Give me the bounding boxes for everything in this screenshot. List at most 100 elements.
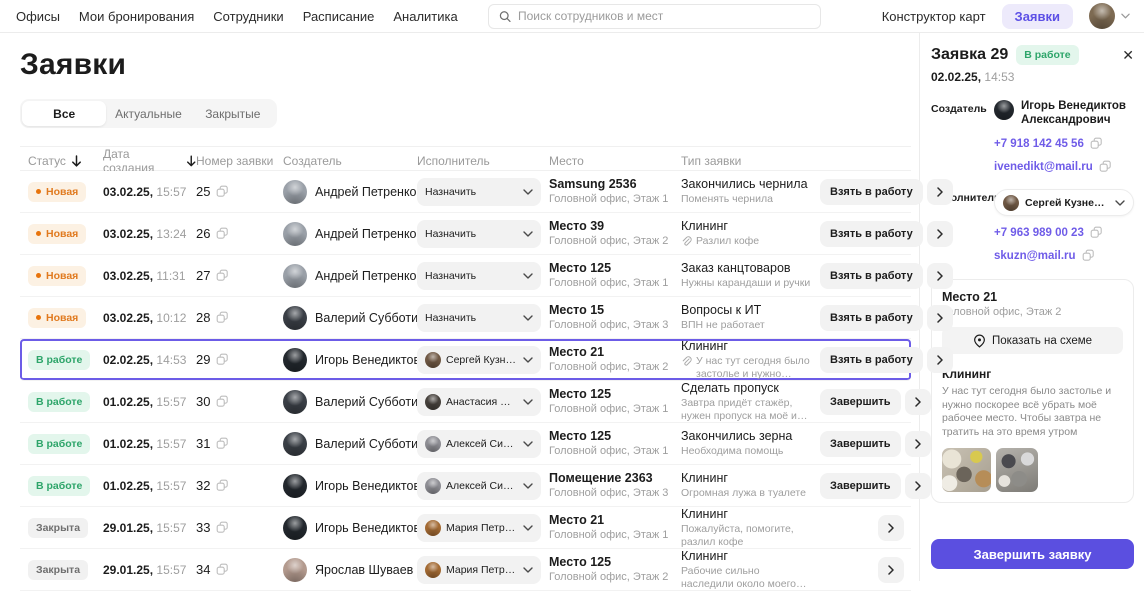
creator-cell: Андрей Петренко П. xyxy=(283,180,417,204)
open-request-button[interactable] xyxy=(905,473,931,499)
table-row[interactable]: Новая 03.02.25, 11:31 27 Андрей Петренко… xyxy=(20,255,911,297)
action-button[interactable]: Завершить xyxy=(820,473,901,499)
copy-icon[interactable] xyxy=(216,479,229,492)
creator-email[interactable]: ivenedikt@mail.ru xyxy=(994,160,1134,173)
table-row[interactable]: Новая 03.02.25, 15:57 25 Андрей Петренко… xyxy=(20,171,911,213)
assignee-phone[interactable]: +7 963 989 00 23 xyxy=(994,226,1134,239)
nav-item-0[interactable]: Офисы xyxy=(16,9,60,24)
created-date: 01.02.25, 15:57 xyxy=(103,479,196,493)
copy-icon[interactable] xyxy=(216,227,229,240)
chevron-right-icon xyxy=(888,565,894,575)
table-row[interactable]: Новая 03.02.25, 13:24 26 Андрей Петренко… xyxy=(20,213,911,255)
status-badge: Закрыта xyxy=(28,518,88,538)
creator-phone[interactable]: +7 918 142 45 56 xyxy=(994,137,1134,150)
assign-button[interactable]: Назначить xyxy=(417,262,541,290)
type-cell: Клининг Разлил кофе xyxy=(681,219,820,248)
table-row[interactable]: В работе 01.02.25, 15:57 30 Валерий Субб… xyxy=(20,381,911,423)
chevron-right-icon xyxy=(937,229,943,239)
action-button[interactable]: Взять в работу xyxy=(820,347,923,373)
request-type: Клининг xyxy=(942,367,1123,381)
copy-icon[interactable] xyxy=(216,185,229,198)
table-row[interactable]: В работе 01.02.25, 15:57 31 Валерий Субб… xyxy=(20,423,911,465)
copy-icon[interactable] xyxy=(216,311,229,324)
action-button[interactable]: Взять в работу xyxy=(820,263,923,289)
copy-icon[interactable] xyxy=(216,353,229,366)
table-row[interactable]: Закрыта 29.01.25, 15:57 34 Ярослав Шувае… xyxy=(20,549,911,591)
place-cell: Место 15Головной офис, Этаж 3 xyxy=(549,303,681,332)
copy-icon[interactable] xyxy=(1090,137,1103,150)
open-request-button[interactable] xyxy=(927,263,953,289)
status-badge: Новая xyxy=(28,224,86,244)
table-row[interactable]: В работе 02.02.25, 14:53 29 Игорь Венеди… xyxy=(20,339,911,381)
open-request-button[interactable] xyxy=(905,431,931,457)
user-avatar xyxy=(1089,3,1115,29)
copy-icon[interactable] xyxy=(1090,226,1103,239)
user-menu[interactable] xyxy=(1089,3,1130,29)
table-body: Новая 03.02.25, 15:57 25 Андрей Петренко… xyxy=(20,171,911,591)
request-number: 25 xyxy=(196,184,283,199)
attachment-photo[interactable] xyxy=(996,448,1038,492)
action-button[interactable]: Взять в работу xyxy=(820,221,923,247)
place-name: Место 21 xyxy=(942,290,1123,304)
open-request-button[interactable] xyxy=(927,347,953,373)
assign-button[interactable]: Назначить xyxy=(417,178,541,206)
show-on-scheme-button[interactable]: Показать на схеме xyxy=(942,327,1123,354)
open-request-button[interactable] xyxy=(927,221,953,247)
nav-items: Офисы Мои бронирования Сотрудники Расписани… xyxy=(16,9,458,24)
assignee-select[interactable]: Анастасия Федорова В. xyxy=(417,388,541,416)
action-button[interactable]: Завершить xyxy=(820,389,901,415)
assignee-select[interactable]: Алексей Сидоров П. xyxy=(417,430,541,458)
place-cell: Место 125Головной офис, Этаж 1 xyxy=(549,387,681,416)
assignee-select[interactable]: Мария Петрова А. xyxy=(417,556,541,584)
copy-icon[interactable] xyxy=(1082,249,1095,262)
open-request-button[interactable] xyxy=(927,179,953,205)
assignee-select[interactable]: Мария Петрова А. xyxy=(417,514,541,542)
action-button[interactable]: Взять в работу xyxy=(820,305,923,331)
complete-request-button[interactable]: Завершить заявку xyxy=(931,539,1134,569)
open-request-button[interactable] xyxy=(878,515,904,541)
nav-item-3[interactable]: Расписание xyxy=(303,9,375,24)
copy-icon[interactable] xyxy=(216,269,229,282)
copy-icon[interactable] xyxy=(216,521,229,534)
nav-item-1[interactable]: Мои бронирования xyxy=(79,9,194,24)
open-request-button[interactable] xyxy=(905,389,931,415)
nav-item-4[interactable]: Аналитика xyxy=(393,9,457,24)
copy-icon[interactable] xyxy=(216,437,229,450)
table-row[interactable]: Новая 03.02.25, 10:12 28 Валерий Субботи… xyxy=(20,297,911,339)
nav-item-requests[interactable]: Заявки xyxy=(1002,4,1073,29)
created-date: 01.02.25, 15:57 xyxy=(103,395,196,409)
copy-icon[interactable] xyxy=(216,395,229,408)
table-row[interactable]: Закрыта 29.01.25, 15:57 33 Игорь Венедик… xyxy=(20,507,911,549)
sort-desc-icon[interactable] xyxy=(186,155,196,167)
nav-item-2[interactable]: Сотрудники xyxy=(213,9,283,24)
search-input[interactable] xyxy=(518,9,810,23)
sort-desc-icon[interactable] xyxy=(71,155,82,167)
assign-button[interactable]: Назначить xyxy=(417,304,541,332)
open-request-button[interactable] xyxy=(927,305,953,331)
action-button[interactable]: Взять в работу xyxy=(820,179,923,205)
assignee-select[interactable]: Алексей Сидоров П. xyxy=(417,472,541,500)
table-row[interactable]: В работе 01.02.25, 15:57 32 Игорь Венеди… xyxy=(20,465,911,507)
requests-section: Заявки ВсеАктуальныеЗакрытые Статус Дата… xyxy=(0,33,919,581)
tab-0[interactable]: Все xyxy=(22,101,106,126)
request-number: 26 xyxy=(196,226,283,241)
column-header-0[interactable]: Статус xyxy=(20,154,103,168)
nav-item-map-builder[interactable]: Конструктор карт xyxy=(882,9,986,24)
copy-icon[interactable] xyxy=(216,563,229,576)
assignee-email[interactable]: skuzn@mail.ru xyxy=(994,249,1134,262)
attachment-photo[interactable] xyxy=(942,448,991,492)
copy-icon[interactable] xyxy=(1099,160,1112,173)
assignee-select[interactable]: Сергей Кузнецов С. xyxy=(417,346,541,374)
close-icon[interactable]: ✕ xyxy=(1122,48,1134,62)
avatar xyxy=(425,352,441,368)
type-cell: Клининг У нас тут сегодня было застолье … xyxy=(681,339,820,380)
tab-1[interactable]: Актуальные xyxy=(106,101,190,126)
open-request-button[interactable] xyxy=(878,557,904,583)
search-box[interactable] xyxy=(488,4,821,29)
type-cell: Клининг Рабочие сильно наследили около м… xyxy=(681,549,820,590)
assignee-select[interactable]: Сергей Кузнецов Семенович xyxy=(994,189,1134,216)
action-button[interactable]: Завершить xyxy=(820,431,901,457)
avatar xyxy=(283,222,307,246)
tab-2[interactable]: Закрытые xyxy=(191,101,275,126)
assign-button[interactable]: Назначить xyxy=(417,220,541,248)
